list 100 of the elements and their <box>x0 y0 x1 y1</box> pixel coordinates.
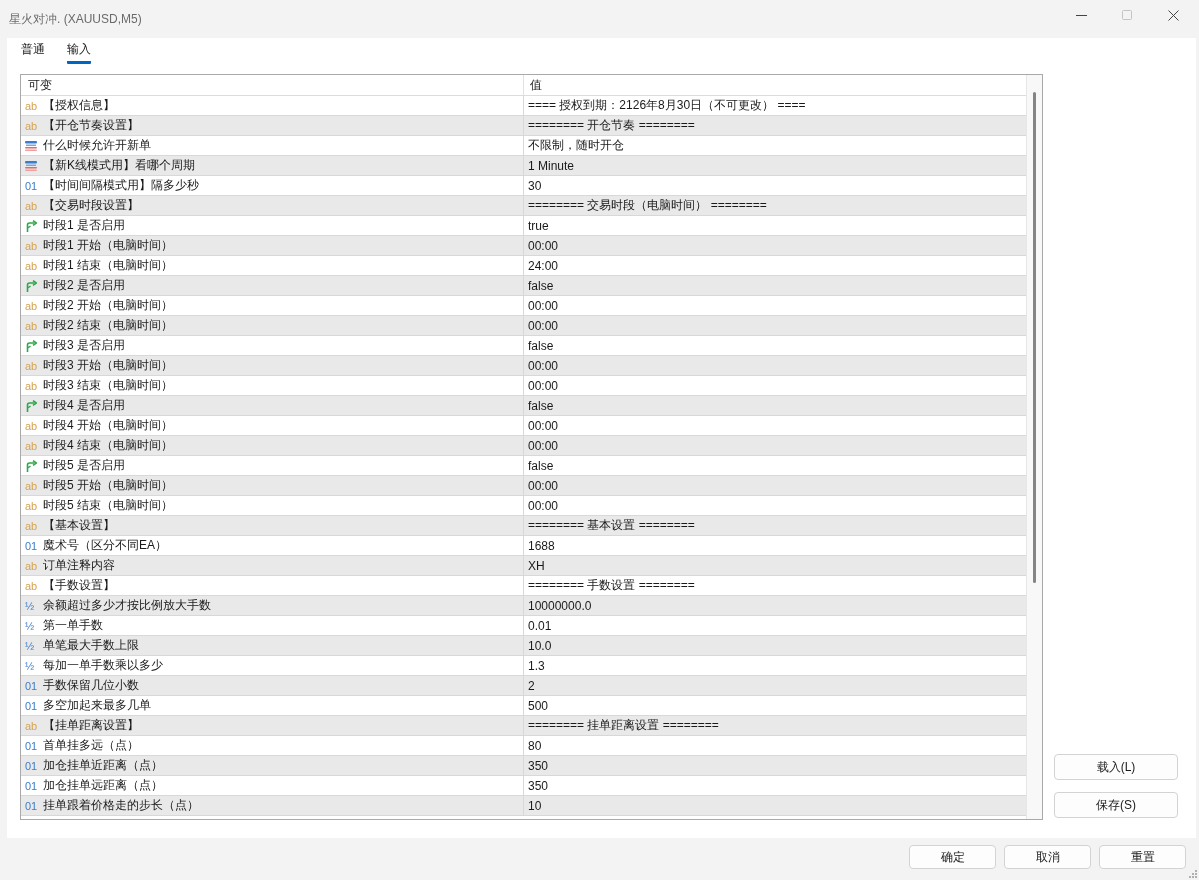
text-type-icon: ab <box>25 319 37 332</box>
parameter-row[interactable]: 01 手数保留几位小数 2 <box>21 676 1026 696</box>
parameter-row[interactable]: ½ 单笔最大手数上限 10.0 <box>21 636 1026 656</box>
parameter-row[interactable]: ab 【开仓节奏设置】 ======== 开仓节奏 ======== <box>21 116 1026 136</box>
parameter-row[interactable]: 时段1 是否启用 true <box>21 216 1026 236</box>
fraction-type-icon: ½ <box>25 599 37 612</box>
text-type-icon: ab <box>25 239 37 252</box>
parameter-name: 时段2 开始（电脑时间） <box>43 297 173 314</box>
parameter-row[interactable]: ab 【手数设置】 ======== 手数设置 ======== <box>21 576 1026 596</box>
window-title: 星火对冲. (XAUUSD,M5) <box>9 10 143 28</box>
parameter-name: 时段5 是否启用 <box>43 457 125 474</box>
branch-arrow-icon <box>25 459 37 472</box>
parameter-row[interactable]: 【新K线模式用】看哪个周期 1 Minute <box>21 156 1026 176</box>
parameter-name: 加仓挂单近距离（点） <box>43 757 163 774</box>
integer-type-icon: 01 <box>25 179 37 192</box>
parameter-row[interactable]: ab 时段1 开始（电脑时间） 00:00 <box>21 236 1026 256</box>
parameter-row[interactable]: 时段2 是否启用 false <box>21 276 1026 296</box>
parameter-name: 订单注释内容 <box>43 557 115 574</box>
integer-type-icon: 01 <box>25 739 37 752</box>
column-header[interactable]: 可变 <box>21 75 523 95</box>
parameter-row[interactable]: ab 时段4 开始（电脑时间） 00:00 <box>21 416 1026 436</box>
parameter-row[interactable]: ab 时段3 结束（电脑时间） 00:00 <box>21 376 1026 396</box>
parameter-row[interactable]: ½ 余额超过多少才按比例放大手数 10000000.0 <box>21 596 1026 616</box>
parameter-name: 首单挂多远（点） <box>43 737 139 754</box>
parameter-name: 【基本设置】 <box>43 517 115 534</box>
fraction-type-icon: ½ <box>25 619 37 632</box>
integer-type-icon: 01 <box>25 759 37 772</box>
parameter-name: 【时间间隔模式用】隔多少秒 <box>43 177 199 194</box>
parameter-row[interactable]: ab 【挂单距离设置】 ======== 挂单距离设置 ======== <box>21 716 1026 736</box>
parameter-row[interactable]: 01 挂单跟着价格走的步长（点） 10 <box>21 796 1026 816</box>
parameter-row[interactable]: 01 加仓挂单近距离（点） 350 <box>21 756 1026 776</box>
parameter-name: 魔术号（区分不同EA） <box>43 537 167 554</box>
parameter-row[interactable]: ab 时段2 开始（电脑时间） 00:00 <box>21 296 1026 316</box>
parameter-row[interactable]: ab 时段4 结束（电脑时间） 00:00 <box>21 436 1026 456</box>
parameter-name: 多空加起来最多几单 <box>43 697 151 714</box>
parameter-row[interactable]: ab 【基本设置】 ======== 基本设置 ======== <box>21 516 1026 536</box>
text-type-icon: ab <box>25 299 37 312</box>
parameter-name: 每加一单手数乘以多少 <box>43 657 163 674</box>
tab[interactable]: 输入 <box>67 38 91 64</box>
tab[interactable]: 普通 <box>21 38 45 64</box>
parameter-row[interactable]: 01 【时间间隔模式用】隔多少秒 30 <box>21 176 1026 196</box>
parameter-name: 时段4 结束（电脑时间） <box>43 437 173 454</box>
parameter-row[interactable]: 01 魔术号（区分不同EA） 1688 <box>21 536 1026 556</box>
parameter-name: 【新K线模式用】看哪个周期 <box>43 157 195 174</box>
parameter-row[interactable]: ab 时段3 开始（电脑时间） 00:00 <box>21 356 1026 376</box>
parameter-name: 【开仓节奏设置】 <box>43 117 139 134</box>
parameter-row[interactable]: 01 加仓挂单远距离（点） 350 <box>21 776 1026 796</box>
parameter-row[interactable]: ab 时段5 结束（电脑时间） 00:00 <box>21 496 1026 516</box>
text-type-icon: ab <box>25 99 37 112</box>
parameter-row[interactable]: 时段5 是否启用 false <box>21 456 1026 476</box>
integer-type-icon: 01 <box>25 539 37 552</box>
parameter-row[interactable]: ab 时段5 开始（电脑时间） 00:00 <box>21 476 1026 496</box>
parameter-row[interactable]: ½ 第一单手数 0.01 <box>21 616 1026 636</box>
fraction-type-icon: ½ <box>25 639 37 652</box>
parameter-row[interactable]: ab 时段2 结束（电脑时间） 00:00 <box>21 316 1026 336</box>
parameter-name: 时段5 开始（电脑时间） <box>43 477 173 494</box>
parameter-name: 时段3 是否启用 <box>43 337 125 354</box>
parameter-row[interactable]: 什么时候允许开新单 不限制，随时开仓 <box>21 136 1026 156</box>
text-type-icon: ab <box>25 479 37 492</box>
parameter-row[interactable]: 01 首单挂多远（点） 80 <box>21 736 1026 756</box>
parameter-row[interactable]: ab 【授权信息】 ==== 授权到期：2126年8月30日（不可更改） ==== <box>21 96 1026 116</box>
parameter-name: 时段4 是否启用 <box>43 397 125 414</box>
parameter-row[interactable]: ab 订单注释内容 XH <box>21 556 1026 576</box>
parameter-name: 时段2 结束（电脑时间） <box>43 317 173 334</box>
scrollbar-thumb[interactable] <box>1033 92 1036 583</box>
parameter-name: 余额超过多少才按比例放大手数 <box>43 597 211 614</box>
dialog-button[interactable]: 取消 <box>1004 845 1091 869</box>
parameter-name: 时段3 开始（电脑时间） <box>43 357 173 374</box>
side-button[interactable]: 保存(S) <box>1054 792 1178 818</box>
parameter-name: 【手数设置】 <box>43 577 115 594</box>
text-type-icon: ab <box>25 439 37 452</box>
scrollbar[interactable] <box>1026 75 1042 819</box>
list-type-icon <box>25 140 37 151</box>
parameter-name: 时段4 开始（电脑时间） <box>43 417 173 434</box>
parameter-row[interactable]: 01 多空加起来最多几单 500 <box>21 696 1026 716</box>
text-type-icon: ab <box>25 379 37 392</box>
parameter-name: 什么时候允许开新单 <box>43 137 151 154</box>
parameter-name: 【授权信息】 <box>43 97 115 114</box>
parameter-row[interactable]: ½ 每加一单手数乘以多少 1.3 <box>21 656 1026 676</box>
text-type-icon: ab <box>25 419 37 432</box>
parameter-name: 时段2 是否启用 <box>43 277 125 294</box>
side-button[interactable]: 载入(L) <box>1054 754 1178 780</box>
parameter-row[interactable]: 时段4 是否启用 false <box>21 396 1026 416</box>
parameter-name: 时段5 结束（电脑时间） <box>43 497 173 514</box>
parameter-row[interactable]: 时段3 是否启用 false <box>21 336 1026 356</box>
integer-type-icon: 01 <box>25 779 37 792</box>
parameter-row[interactable]: ab 时段1 结束（电脑时间） 24:00 <box>21 256 1026 276</box>
parameter-name: 手数保留几位小数 <box>43 677 139 694</box>
parameter-row[interactable]: ab 【交易时段设置】 ======== 交易时段（电脑时间） ======== <box>21 196 1026 216</box>
branch-arrow-icon <box>25 399 37 412</box>
dialog-button[interactable]: 重置 <box>1099 845 1186 869</box>
integer-type-icon: 01 <box>25 699 37 712</box>
list-type-icon <box>25 160 37 171</box>
branch-arrow-icon <box>25 219 37 232</box>
parameter-name: 单笔最大手数上限 <box>43 637 139 654</box>
text-type-icon: ab <box>25 359 37 372</box>
maximize-icon <box>1122 10 1132 20</box>
text-type-icon: ab <box>25 559 37 572</box>
fraction-type-icon: ½ <box>25 659 37 672</box>
dialog-button[interactable]: 确定 <box>909 845 996 869</box>
